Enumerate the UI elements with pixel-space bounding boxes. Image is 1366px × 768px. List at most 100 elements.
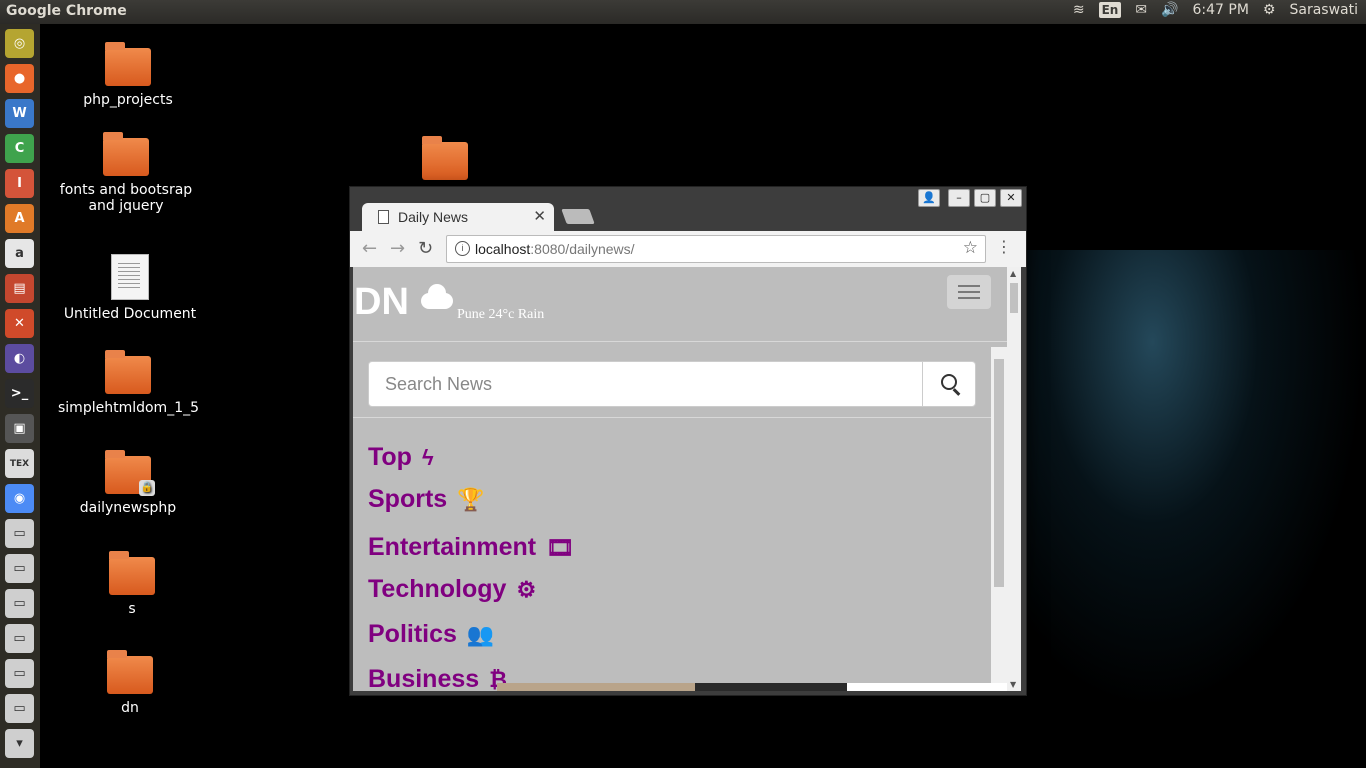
page-viewport: DN Pune 24°c Rain Topϟ Sports🏆 Entertain… [353, 267, 1021, 691]
site-brand[interactable]: DN [354, 281, 409, 324]
article-image-strip [497, 683, 695, 691]
indicator-area: ≋ En ✉ 🔊 6:47 PM ⚙ Saraswati [1073, 2, 1358, 18]
profile-icon[interactable]: 👤 [918, 189, 940, 207]
wifi-icon[interactable]: ≋ [1073, 2, 1085, 18]
document-icon [111, 254, 149, 300]
desktop-folder[interactable]: php_projects [58, 42, 198, 108]
libreoffice-writer-icon[interactable]: W [5, 99, 34, 128]
reload-icon[interactable]: ↻ [418, 238, 433, 259]
folder-icon [105, 42, 151, 86]
search-button[interactable] [922, 362, 975, 406]
nav-link-top[interactable]: Top ϟ [368, 443, 434, 472]
drive-icon[interactable]: ▭ [5, 659, 34, 688]
settings-icon[interactable]: ✕ [5, 309, 34, 338]
eclipse-icon[interactable]: ◐ [5, 344, 34, 373]
nav-link-technology[interactable]: Technology ⚙ [368, 575, 536, 604]
desktop-document[interactable]: Untitled Document [60, 254, 200, 322]
desktop-icon-label: Untitled Document [63, 306, 197, 322]
chrome-window: Daily News ✕ 👤 – ▢ ✕ ← → ↻ i localhost:8… [349, 186, 1027, 696]
libreoffice-impress-icon[interactable]: I [5, 169, 34, 198]
film-icon: 🎞 [546, 535, 575, 560]
folder-icon [105, 350, 151, 394]
libreoffice-calc-icon[interactable]: C [5, 134, 34, 163]
desktop-folder[interactable]: fonts and bootsrap and jquery [56, 132, 196, 214]
user-name[interactable]: Saraswati [1289, 2, 1358, 18]
desktop-folder[interactable]: 🔒 dailynewsphp [58, 450, 198, 516]
folder-icon [109, 551, 155, 595]
desktop-icon-label: fonts and bootsrap and jquery [59, 182, 193, 214]
app-icon[interactable]: ▤ [5, 274, 34, 303]
maximize-button[interactable]: ▢ [974, 189, 996, 207]
weather-text: Pune 24°c Rain [457, 307, 545, 322]
desktop-icon-label: dn [121, 700, 139, 716]
article-image-strip [695, 683, 847, 691]
menu-scrollbar[interactable] [991, 347, 1007, 691]
cloud-icon [421, 284, 453, 309]
drive-icon[interactable]: ▭ [5, 554, 34, 583]
scroll-up-arrow-icon[interactable]: ▲ [1010, 269, 1016, 278]
page-scrollbar-thumb[interactable] [1010, 283, 1018, 313]
navbar-toggle-button[interactable] [947, 275, 991, 309]
navbar-collapse: Topϟ Sports🏆 Entertainment🎞 Technology⚙ … [353, 343, 991, 691]
page-scrollbar[interactable]: ▲ ▼ [1007, 267, 1021, 691]
trash-icon[interactable]: ▾ [5, 729, 34, 758]
forward-arrow-icon[interactable]: → [390, 238, 405, 259]
chrome-icon[interactable]: ◉ [5, 484, 34, 513]
trophy-icon: 🏆 [457, 487, 485, 512]
search-input[interactable] [369, 362, 921, 406]
new-tab-button[interactable] [561, 209, 595, 224]
search-icon [941, 374, 957, 390]
page-icon [378, 210, 389, 224]
nav-link-sports[interactable]: Sports 🏆 [368, 485, 485, 514]
close-window-button[interactable]: ✕ [1000, 189, 1022, 207]
url-text: localhost:8080/dailynews/ [475, 241, 635, 257]
drive-icon[interactable]: ▭ [5, 624, 34, 653]
nav-link-business[interactable]: Business ₿ [368, 665, 507, 691]
folder-icon [422, 136, 468, 180]
navbar-divider [353, 341, 1007, 342]
tab-strip: Daily News ✕ 👤 – ▢ ✕ [350, 187, 1026, 231]
screenshot-icon[interactable]: ▣ [5, 414, 34, 443]
close-tab-icon[interactable]: ✕ [533, 207, 546, 225]
menu-scrollbar-thumb[interactable] [994, 359, 1004, 587]
address-bar[interactable]: i localhost:8080/dailynews/ ☆ [446, 235, 986, 263]
keyboard-layout-indicator[interactable]: En [1098, 2, 1122, 18]
lock-icon: 🔒 [139, 480, 155, 496]
drive-icon[interactable]: ▭ [5, 589, 34, 618]
desktop-icon-label: simplehtmldom_1_5 [58, 400, 200, 416]
cogs-icon: ⚙ [516, 577, 537, 602]
minimize-button[interactable]: – [948, 189, 970, 207]
session-gear-icon[interactable]: ⚙ [1263, 2, 1276, 18]
software-center-icon[interactable]: A [5, 204, 34, 233]
desktop-folder[interactable]: s [62, 551, 202, 617]
users-icon: 👥 [466, 622, 495, 647]
nav-link-entertainment[interactable]: Entertainment 🎞 [368, 533, 574, 562]
scroll-down-arrow-icon[interactable]: ▼ [1010, 680, 1016, 689]
amazon-icon[interactable]: a [5, 239, 34, 268]
nav-link-politics[interactable]: Politics 👥 [368, 620, 494, 649]
ubuntu-dash-icon[interactable]: ◎ [5, 29, 34, 58]
tab-daily-news[interactable]: Daily News ✕ [362, 203, 554, 231]
volume-icon[interactable]: 🔊 [1161, 2, 1178, 18]
clock[interactable]: 6:47 PM [1193, 2, 1249, 18]
desktop-folder[interactable]: dn [60, 650, 200, 716]
desktop-wallpaper-highlight [1010, 250, 1366, 710]
top-panel: Google Chrome ≋ En ✉ 🔊 6:47 PM ⚙ Saraswa… [0, 0, 1366, 24]
bookmark-star-icon[interactable]: ☆ [963, 238, 978, 258]
tex-icon[interactable]: TEX [5, 449, 34, 478]
folder-icon: 🔒 [105, 450, 155, 496]
tab-title: Daily News [398, 209, 469, 225]
terminal-icon[interactable]: >_ [5, 379, 34, 408]
back-arrow-icon[interactable]: ← [362, 238, 377, 259]
desktop-folder[interactable] [375, 136, 515, 186]
info-icon[interactable]: i [455, 241, 470, 256]
desktop-folder[interactable]: simplehtmldom_1_5 [58, 350, 200, 416]
browser-menu-icon[interactable]: ⋮ [996, 237, 1012, 256]
launcher: ◎ ● W C I Aa ▤ ✕ ◐ >_ ▣ TEX ◉ ▭ ▭ ▭ ▭ ▭ ▭ ▾ [0, 24, 40, 768]
drive-icon[interactable]: ▭ [5, 694, 34, 723]
drive-icon[interactable]: ▭ [5, 519, 34, 548]
desktop-icon-label: dailynewsphp [79, 500, 177, 516]
folder-icon [107, 650, 153, 694]
firefox-icon[interactable]: ● [5, 64, 34, 93]
mail-icon[interactable]: ✉ [1135, 2, 1147, 18]
